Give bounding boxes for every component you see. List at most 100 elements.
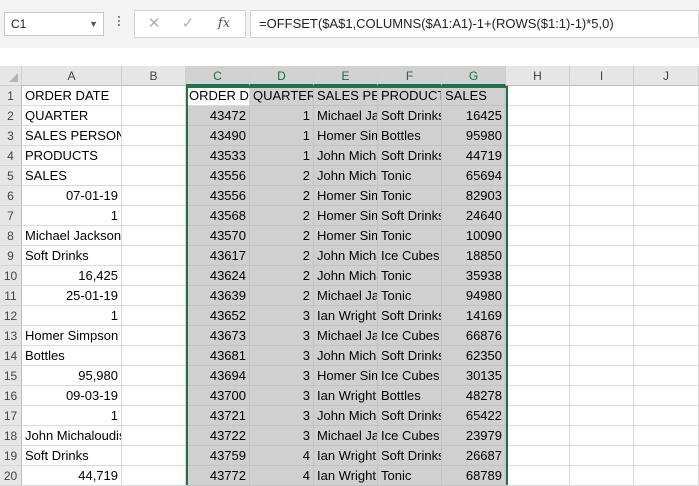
cell-j17[interactable] — [634, 406, 699, 426]
cell-d7[interactable]: 2 — [250, 206, 314, 226]
cell-h4[interactable] — [506, 146, 570, 166]
column-header-a[interactable]: A — [22, 66, 122, 86]
cell-g10[interactable]: 35938 — [442, 266, 506, 286]
cell-i12[interactable] — [570, 306, 634, 326]
cell-g12[interactable]: 14169 — [442, 306, 506, 326]
cell-h20[interactable] — [506, 466, 570, 486]
cell-f4[interactable]: Soft Drinks — [378, 146, 442, 166]
cell-d16[interactable]: 3 — [250, 386, 314, 406]
cell-b4[interactable] — [122, 146, 186, 166]
cell-a16[interactable]: 09-03-19 — [22, 386, 122, 406]
cell-j18[interactable] — [634, 426, 699, 446]
cell-c11[interactable]: 43639 — [186, 286, 250, 306]
row-header-11[interactable]: 11 — [0, 286, 22, 306]
row-header-15[interactable]: 15 — [0, 366, 22, 386]
cell-e16[interactable]: Ian Wright — [314, 386, 378, 406]
cell-c8[interactable]: 43570 — [186, 226, 250, 246]
cell-g3[interactable]: 95980 — [442, 126, 506, 146]
cell-a17[interactable]: 1 — [22, 406, 122, 426]
row-header-16[interactable]: 16 — [0, 386, 22, 406]
cell-i6[interactable] — [570, 186, 634, 206]
row-header-1[interactable]: 1 — [0, 86, 22, 106]
cell-i16[interactable] — [570, 386, 634, 406]
cell-j12[interactable] — [634, 306, 699, 326]
cell-c1[interactable]: ORDER DATE — [186, 86, 250, 106]
cell-b2[interactable] — [122, 106, 186, 126]
cell-e20[interactable]: Ian Wright — [314, 466, 378, 486]
cell-a6[interactable]: 07-01-19 — [22, 186, 122, 206]
cell-c4[interactable]: 43533 — [186, 146, 250, 166]
cell-e15[interactable]: Homer Simpson — [314, 366, 378, 386]
cell-c6[interactable]: 43556 — [186, 186, 250, 206]
cell-f5[interactable]: Tonic — [378, 166, 442, 186]
cell-i18[interactable] — [570, 426, 634, 446]
cell-g14[interactable]: 62350 — [442, 346, 506, 366]
cell-b20[interactable] — [122, 466, 186, 486]
cell-f17[interactable]: Soft Drinks — [378, 406, 442, 426]
cell-c14[interactable]: 43681 — [186, 346, 250, 366]
cell-b6[interactable] — [122, 186, 186, 206]
cell-c3[interactable]: 43490 — [186, 126, 250, 146]
cell-c15[interactable]: 43694 — [186, 366, 250, 386]
cell-a12[interactable]: 1 — [22, 306, 122, 326]
column-header-d[interactable]: D — [250, 66, 314, 86]
cell-e12[interactable]: Ian Wright — [314, 306, 378, 326]
cell-d20[interactable]: 4 — [250, 466, 314, 486]
cell-a9[interactable]: Soft Drinks — [22, 246, 122, 266]
cell-f15[interactable]: Ice Cubes — [378, 366, 442, 386]
cell-d3[interactable]: 1 — [250, 126, 314, 146]
cell-b13[interactable] — [122, 326, 186, 346]
cell-b9[interactable] — [122, 246, 186, 266]
row-header-10[interactable]: 10 — [0, 266, 22, 286]
column-header-e[interactable]: E — [314, 66, 378, 86]
cell-f2[interactable]: Soft Drinks — [378, 106, 442, 126]
cell-h18[interactable] — [506, 426, 570, 446]
cell-j1[interactable] — [634, 86, 699, 106]
cell-d9[interactable]: 2 — [250, 246, 314, 266]
column-header-h[interactable]: H — [506, 66, 570, 86]
cell-c10[interactable]: 43624 — [186, 266, 250, 286]
cell-b3[interactable] — [122, 126, 186, 146]
row-header-8[interactable]: 8 — [0, 226, 22, 246]
cell-i20[interactable] — [570, 466, 634, 486]
cell-d14[interactable]: 3 — [250, 346, 314, 366]
row-header-14[interactable]: 14 — [0, 346, 22, 366]
cell-j13[interactable] — [634, 326, 699, 346]
cell-h2[interactable] — [506, 106, 570, 126]
cell-f8[interactable]: Tonic — [378, 226, 442, 246]
cell-e13[interactable]: Michael Jackson — [314, 326, 378, 346]
cell-f13[interactable]: Ice Cubes — [378, 326, 442, 346]
row-header-12[interactable]: 12 — [0, 306, 22, 326]
cell-h10[interactable] — [506, 266, 570, 286]
cell-j9[interactable] — [634, 246, 699, 266]
name-box[interactable]: C1 ▼ — [4, 12, 104, 36]
cell-a10[interactable]: 16,425 — [22, 266, 122, 286]
cell-i7[interactable] — [570, 206, 634, 226]
chevron-down-icon[interactable]: ▼ — [89, 13, 98, 35]
cell-e1[interactable]: SALES PERSON — [314, 86, 378, 106]
cell-j6[interactable] — [634, 186, 699, 206]
cell-a7[interactable]: 1 — [22, 206, 122, 226]
cell-e11[interactable]: Michael Jackson — [314, 286, 378, 306]
row-header-5[interactable]: 5 — [0, 166, 22, 186]
cell-g19[interactable]: 26687 — [442, 446, 506, 466]
cell-i3[interactable] — [570, 126, 634, 146]
cell-h1[interactable] — [506, 86, 570, 106]
cell-d17[interactable]: 3 — [250, 406, 314, 426]
cell-d19[interactable]: 4 — [250, 446, 314, 466]
cell-e4[interactable]: John Michaloudis — [314, 146, 378, 166]
cell-e19[interactable]: Ian Wright — [314, 446, 378, 466]
cell-d10[interactable]: 2 — [250, 266, 314, 286]
cell-j8[interactable] — [634, 226, 699, 246]
cell-j5[interactable] — [634, 166, 699, 186]
cell-i10[interactable] — [570, 266, 634, 286]
cell-a19[interactable]: Soft Drinks — [22, 446, 122, 466]
cell-e10[interactable]: John Michaloudis — [314, 266, 378, 286]
cell-j15[interactable] — [634, 366, 699, 386]
cancel-icon[interactable]: ✕ — [139, 11, 169, 37]
row-header-4[interactable]: 4 — [0, 146, 22, 166]
cell-d5[interactable]: 2 — [250, 166, 314, 186]
cell-a4[interactable]: PRODUCTS — [22, 146, 122, 166]
cell-a5[interactable]: SALES — [22, 166, 122, 186]
cell-i19[interactable] — [570, 446, 634, 466]
